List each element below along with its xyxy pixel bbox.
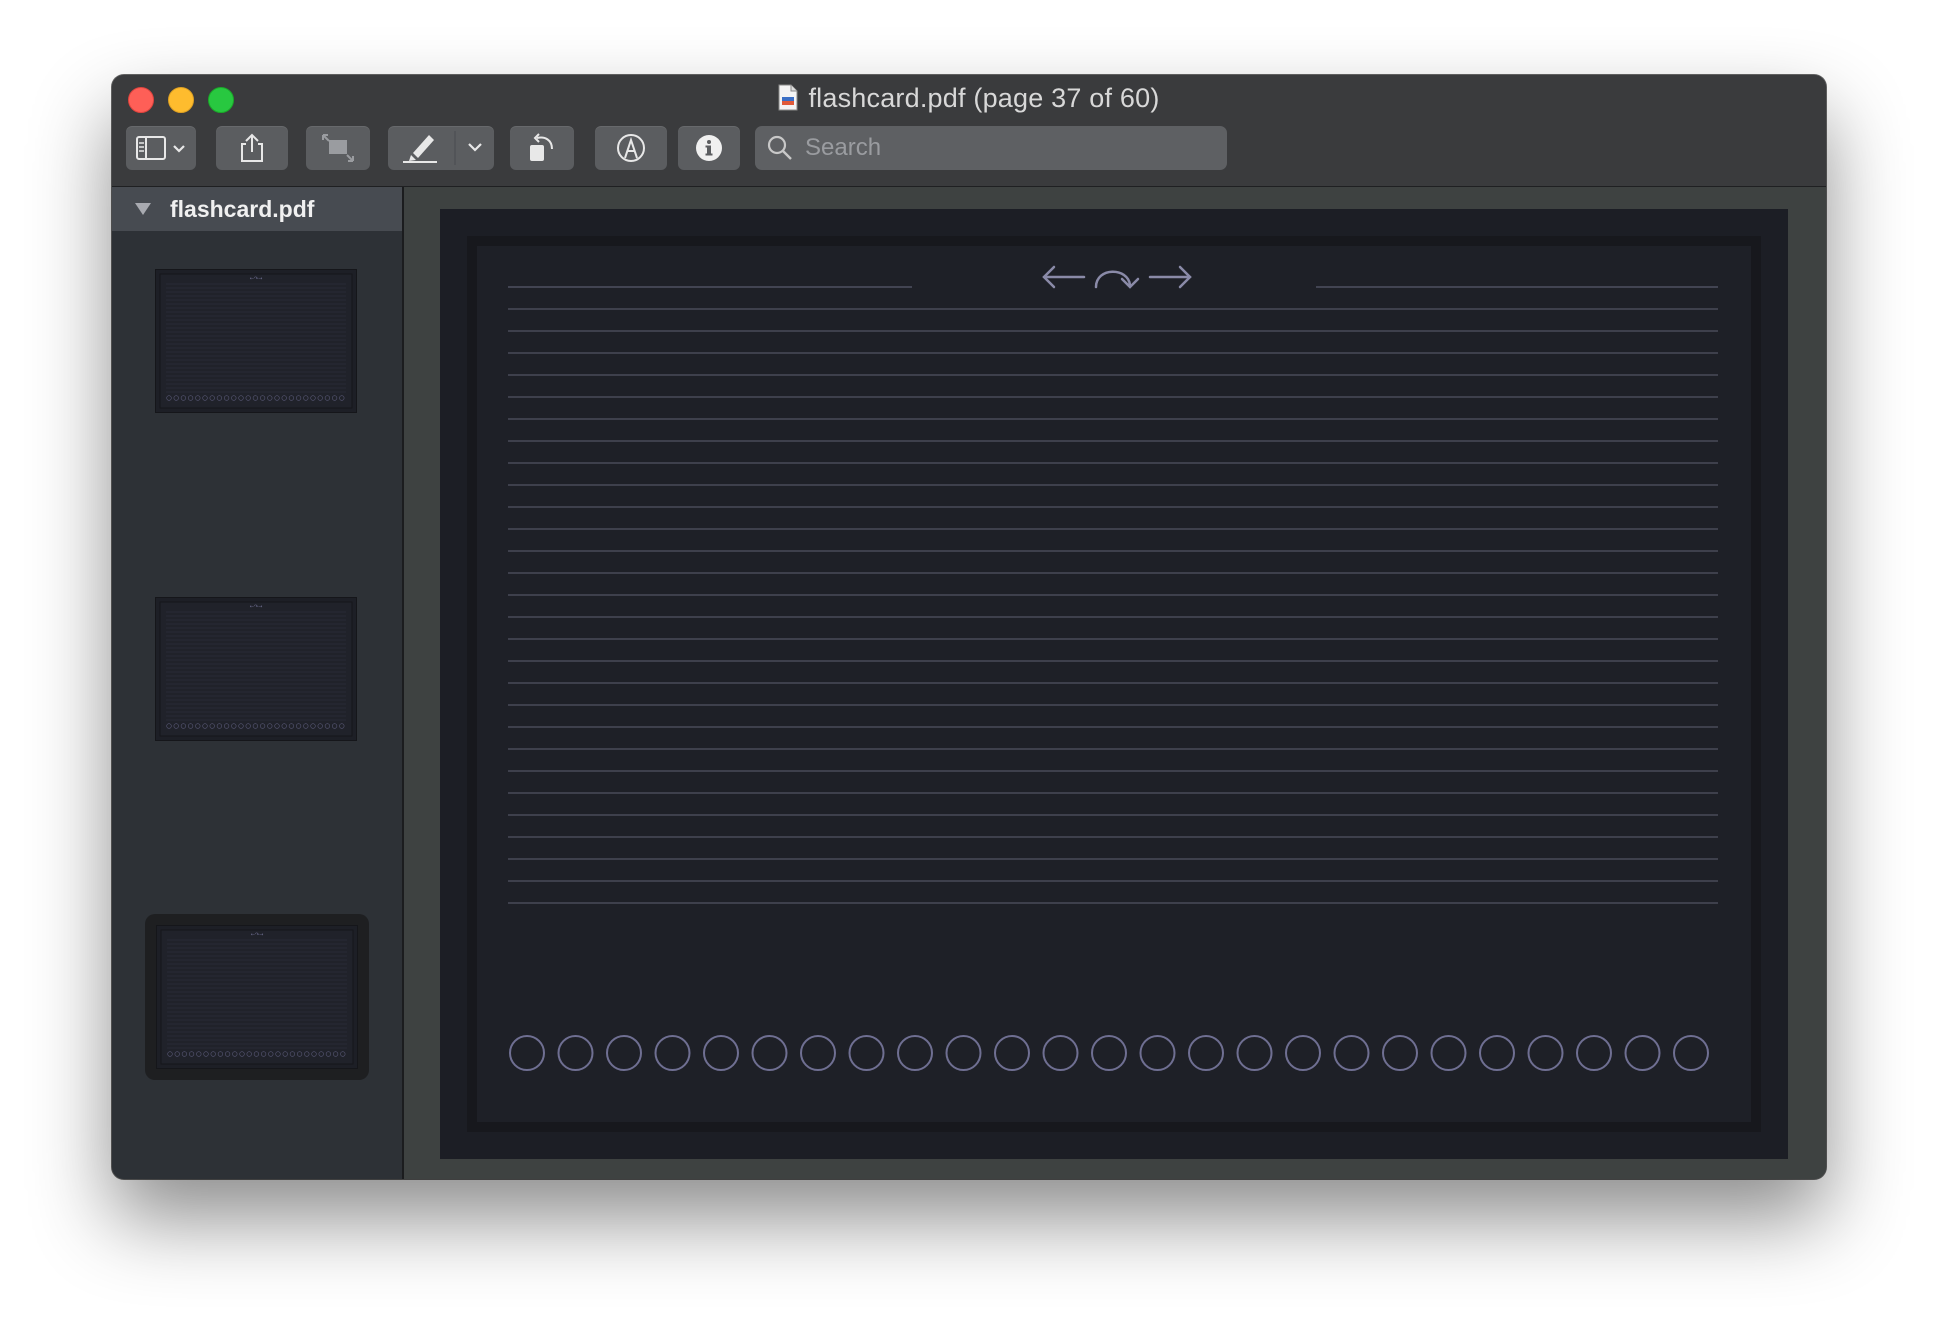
title-bar: flashcard.pdf (page 37 of 60) [112, 75, 1826, 187]
page-canvas [467, 236, 1761, 1132]
thumbnail-image: ←↷→ [155, 269, 357, 413]
thumbnail-image: ←↷→ [156, 925, 358, 1069]
rotate-button[interactable] [510, 126, 574, 170]
highlight-button[interactable] [388, 126, 494, 170]
info-button[interactable] [678, 126, 740, 170]
sidebar-icon [136, 136, 185, 160]
markup-pen-icon [617, 134, 645, 162]
resize-icon [322, 134, 354, 162]
document-view[interactable] [404, 187, 1826, 1179]
window-title-text: flashcard.pdf (page 37 of 60) [808, 83, 1160, 113]
thumbnail-image: ←↷→ [155, 597, 357, 741]
page-thumbnail[interactable]: ←↷→ [155, 269, 357, 413]
svg-text:←↷→: ←↷→ [251, 932, 264, 938]
preview-window: flashcard.pdf (page 37 of 60) Search fla… [112, 75, 1826, 1179]
window-title: flashcard.pdf (page 37 of 60) [112, 83, 1826, 114]
search-input[interactable] [803, 133, 1207, 163]
disclosure-triangle-icon[interactable] [134, 202, 152, 216]
highlighter-icon [403, 131, 482, 165]
search-icon [767, 135, 792, 160]
sidebar-document-header[interactable]: flashcard.pdf [112, 187, 402, 231]
search-field[interactable] [755, 126, 1227, 170]
share-icon [241, 133, 263, 162]
svg-text:←↷→: ←↷→ [250, 604, 263, 610]
pdf-document-icon [778, 84, 798, 111]
svg-text:←↷→: ←↷→ [250, 276, 263, 282]
rotate-left-icon [530, 133, 553, 161]
share-button[interactable] [216, 126, 288, 170]
page-thumbnail-selected[interactable]: ←↷→ [145, 914, 369, 1080]
page-thumbnail[interactable]: ←↷→ [155, 597, 357, 741]
sidebar-toggle-button[interactable] [126, 126, 196, 170]
sidebar-document-name: flashcard.pdf [170, 195, 315, 222]
zoom-fit-button[interactable] [306, 126, 370, 170]
markup-button[interactable] [595, 126, 667, 170]
sidebar: flashcard.pdf ←↷→ ←↷→ ←↷→ [112, 187, 404, 1179]
pdf-page [440, 209, 1788, 1159]
info-icon [696, 135, 722, 161]
